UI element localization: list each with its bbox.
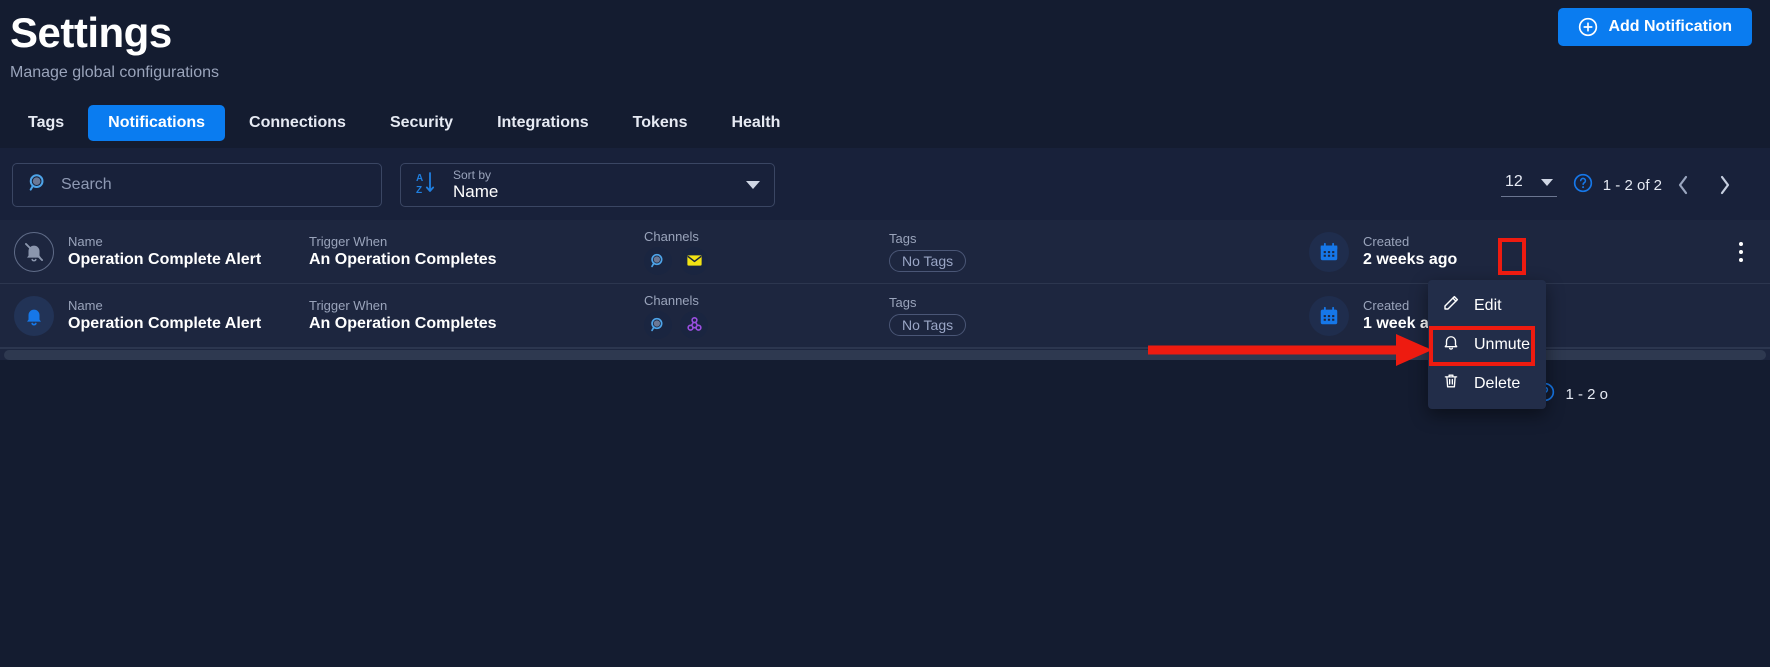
add-notification-button[interactable]: Add Notification bbox=[1558, 8, 1752, 46]
column-label-trigger: Trigger When bbox=[309, 233, 388, 249]
status-badge: No Tags bbox=[889, 250, 967, 272]
page-header: Settings Manage global configurations Ad… bbox=[0, 0, 1770, 100]
column-label-channels: Channels bbox=[644, 292, 699, 308]
row-channels-cell: Channels bbox=[644, 229, 889, 275]
plus-circle-icon bbox=[1578, 17, 1598, 37]
webhook-icon bbox=[680, 310, 708, 339]
pagination-top: 12 1 - 2 of 2 bbox=[1501, 169, 1758, 201]
tab-connections[interactable]: Connections bbox=[229, 105, 366, 141]
tab-tags[interactable]: Tags bbox=[8, 105, 84, 141]
row-tags-cell: Tags No Tags bbox=[889, 231, 1309, 272]
row-created-cell: Created 2 weeks ago bbox=[1309, 231, 1539, 272]
row-trigger-value: An Operation Completes bbox=[309, 250, 497, 268]
tab-tokens[interactable]: Tokens bbox=[613, 105, 708, 141]
column-label-name: Name bbox=[68, 233, 103, 249]
trash-icon bbox=[1442, 372, 1460, 395]
column-label-name: Name bbox=[68, 297, 103, 313]
pagination-next-button[interactable] bbox=[1704, 169, 1746, 201]
sort-alpha-down-icon: A Z bbox=[415, 170, 439, 201]
search-icon bbox=[27, 172, 49, 199]
pagination-range-bottom: 1 - 2 o bbox=[1565, 386, 1608, 403]
tab-integrations[interactable]: Integrations bbox=[477, 105, 609, 141]
settings-page: Settings Manage global configurations Ad… bbox=[0, 0, 1770, 667]
bell-icon bbox=[14, 295, 54, 336]
table-row[interactable]: Name Operation Complete Alert Trigger Wh… bbox=[0, 220, 1770, 284]
calendar-icon bbox=[1309, 231, 1349, 272]
kebab-menu-icon bbox=[1739, 241, 1743, 246]
page-title: Settings bbox=[10, 9, 172, 56]
add-notification-label: Add Notification bbox=[1608, 18, 1732, 35]
pagination-range: 1 - 2 of 2 bbox=[1602, 176, 1662, 194]
search-input[interactable]: Search bbox=[12, 163, 382, 207]
column-label-created: Created bbox=[1363, 233, 1410, 249]
pagination-prev-button[interactable] bbox=[1662, 169, 1704, 201]
tab-notifications[interactable]: Notifications bbox=[88, 105, 226, 141]
context-menu-item-edit[interactable]: Edit bbox=[1428, 286, 1546, 325]
svg-text:A: A bbox=[416, 173, 423, 184]
search-icon bbox=[644, 310, 672, 339]
page-size-underline bbox=[1501, 196, 1557, 197]
column-label-tags: Tags bbox=[889, 295, 917, 310]
row-menu-button[interactable] bbox=[1730, 237, 1752, 267]
row-trigger-value: An Operation Completes bbox=[309, 314, 497, 332]
row-trigger-cell: Trigger When An Operation Completes bbox=[309, 234, 644, 270]
kebab-menu-icon bbox=[1739, 249, 1743, 254]
bell-icon bbox=[1442, 333, 1460, 356]
search-placeholder: Search bbox=[61, 176, 112, 193]
context-menu-item-delete[interactable]: Delete bbox=[1428, 364, 1546, 403]
context-menu-label-unmute: Unmute bbox=[1474, 335, 1531, 353]
svg-text:Z: Z bbox=[416, 185, 422, 196]
tab-security[interactable]: Security bbox=[370, 105, 473, 141]
list-toolbar: Search A Z Sort by Name 12 1 - 2 of 2 bbox=[0, 148, 1770, 220]
page-subtitle: Manage global configurations bbox=[10, 64, 220, 81]
help-circle-icon[interactable] bbox=[1573, 173, 1593, 198]
row-trigger-cell: Trigger When An Operation Completes bbox=[309, 298, 644, 334]
kebab-menu-icon bbox=[1739, 257, 1743, 262]
sort-by-label: Sort by bbox=[453, 168, 492, 182]
tab-health[interactable]: Health bbox=[711, 105, 800, 141]
column-label-trigger: Trigger When bbox=[309, 297, 388, 313]
context-menu-label-delete: Delete bbox=[1474, 374, 1521, 392]
context-menu-item-unmute[interactable]: Unmute bbox=[1428, 325, 1546, 364]
status-badge: No Tags bbox=[889, 314, 967, 336]
column-label-tags: Tags bbox=[889, 231, 917, 246]
row-name-value: Operation Complete Alert bbox=[68, 314, 262, 332]
context-menu-label-edit: Edit bbox=[1474, 296, 1502, 314]
page-size-value: 12 bbox=[1505, 173, 1523, 190]
row-name-cell: Name Operation Complete Alert bbox=[14, 295, 309, 336]
page-size-select[interactable]: 12 bbox=[1501, 173, 1557, 197]
chevron-down-icon[interactable] bbox=[746, 181, 760, 189]
column-label-channels: Channels bbox=[644, 228, 699, 244]
tab-bar: Tags Notifications Connections Security … bbox=[0, 100, 1770, 148]
sort-by-select[interactable]: A Z Sort by Name bbox=[400, 163, 775, 207]
row-name-cell: Name Operation Complete Alert bbox=[14, 231, 309, 272]
sort-by-value: Name bbox=[453, 182, 499, 201]
bell-muted-icon bbox=[14, 231, 54, 272]
email-icon bbox=[680, 246, 708, 275]
search-icon bbox=[644, 246, 672, 275]
row-name-value: Operation Complete Alert bbox=[68, 250, 262, 268]
row-channels-cell: Channels bbox=[644, 293, 889, 339]
annotation-arrow bbox=[1148, 334, 1432, 366]
pencil-icon bbox=[1442, 294, 1460, 317]
row-created-value: 2 weeks ago bbox=[1363, 250, 1458, 268]
row-context-menu: Edit Unmute Delete bbox=[1428, 280, 1546, 409]
chevron-down-icon[interactable] bbox=[1540, 178, 1553, 186]
